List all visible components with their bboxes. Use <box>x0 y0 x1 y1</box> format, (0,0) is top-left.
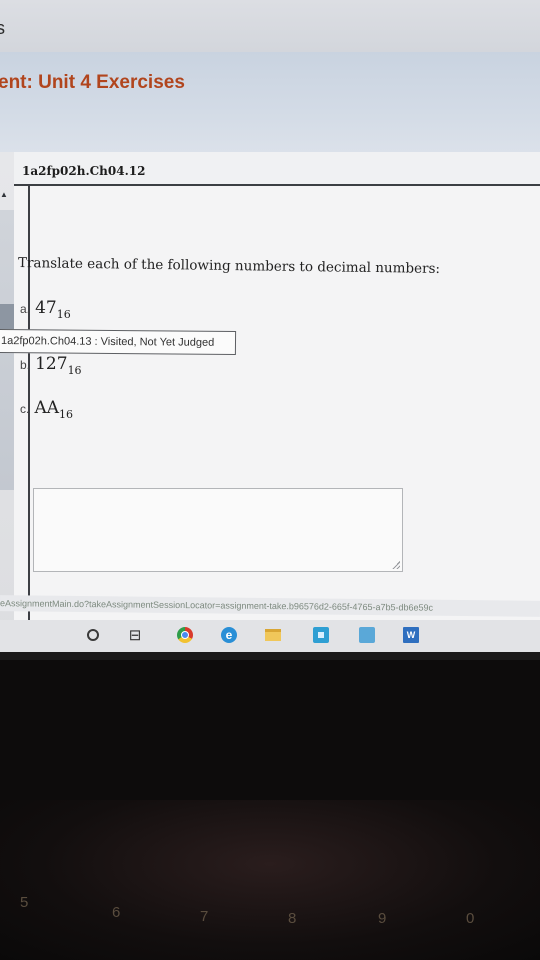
laptop-keyboard <box>0 800 540 960</box>
question-id-bar: 1a2fp02h.Ch04.12 <box>14 152 540 186</box>
window-top-strip: s <box>0 0 540 53</box>
current-question-marker[interactable] <box>0 304 14 330</box>
item-number: 127 <box>35 354 68 374</box>
item-base: 16 <box>59 408 73 421</box>
start-circle-icon[interactable] <box>84 626 102 644</box>
key-0: 0 <box>466 910 475 927</box>
question-status-tooltip: 1a2fp02h.Ch04.13 : Visited, Not Yet Judg… <box>0 328 237 356</box>
edge-icon[interactable]: e <box>220 626 238 644</box>
file-explorer-icon[interactable] <box>264 626 282 644</box>
item-number: AA <box>34 398 59 418</box>
assignment-title: ent: Unit 4 Exercises <box>0 72 185 93</box>
question-id: 1a2fp02h.Ch04.12 <box>22 164 146 178</box>
cut-off-heading: s <box>0 18 5 38</box>
question-item-b: b. 12716 <box>20 354 82 377</box>
app-icon[interactable] <box>358 626 376 644</box>
answer-textarea[interactable] <box>33 488 403 572</box>
item-base: 16 <box>56 308 71 321</box>
question-item-a: a. 4716 <box>20 298 71 321</box>
key-7: 7 <box>200 908 209 925</box>
screen-bezel <box>0 652 540 660</box>
key-6: 6 <box>112 904 121 921</box>
item-label: c. <box>20 402 30 416</box>
collapse-arrow-icon[interactable]: ▲ <box>0 190 8 199</box>
item-label: a. <box>20 302 31 316</box>
question-panel <box>14 186 540 646</box>
taskbar: ⊟ e W <box>0 620 540 652</box>
laptop-screen: s ent: Unit 4 Exercises 1a2fp02h.Ch04.12… <box>0 0 540 652</box>
key-9: 9 <box>378 910 387 927</box>
question-item-c: c. AA16 <box>20 398 73 421</box>
item-base: 16 <box>67 364 82 377</box>
chrome-icon[interactable] <box>176 626 194 644</box>
key-5: 5 <box>20 894 29 911</box>
assignment-header <box>0 52 540 152</box>
item-number: 47 <box>35 298 57 318</box>
resize-grip-icon[interactable] <box>392 561 400 569</box>
key-8: 8 <box>288 910 297 927</box>
item-label: b. <box>20 358 31 372</box>
store-icon[interactable] <box>312 626 330 644</box>
word-icon[interactable]: W <box>402 626 420 644</box>
task-view-icon[interactable]: ⊟ <box>126 626 144 644</box>
